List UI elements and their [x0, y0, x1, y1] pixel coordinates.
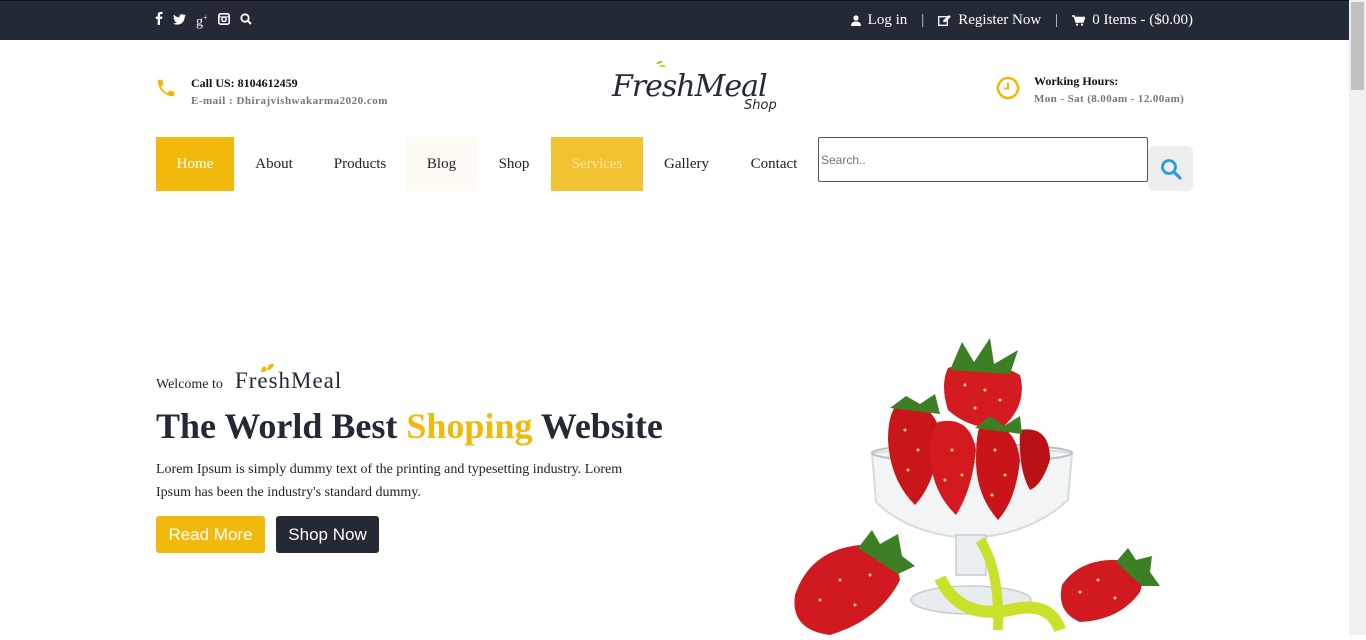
nav-item-blog[interactable]: Blog	[406, 137, 477, 191]
search-icon	[1160, 158, 1182, 180]
nav-item-shop[interactable]: Shop	[477, 137, 551, 191]
search-input[interactable]	[818, 137, 1148, 182]
call-us-text: Call US: 8104612459	[191, 76, 298, 90]
hero-headline: The World Best Shoping Website	[156, 405, 663, 447]
clock-icon	[996, 76, 1020, 100]
cart-icon	[1072, 15, 1086, 26]
contact-info: Call US: 8104612459 E-mail : Dhirajvishw…	[155, 76, 388, 107]
nav-item-contact[interactable]: Contact	[730, 137, 818, 191]
hours-value: Mon - Sat (8.00am - 12.00am)	[1034, 93, 1185, 105]
search-icon[interactable]	[239, 12, 252, 30]
hours-title: Working Hours:	[1034, 74, 1119, 88]
separator: |	[921, 12, 925, 28]
welcome-text: Welcome to	[156, 377, 223, 392]
main-nav: Home About Products Blog Shop Services G…	[156, 137, 818, 191]
hero-description: Lorem Ipsum is simply dummy text of the …	[156, 462, 623, 500]
working-hours: Working Hours: Mon - Sat (8.00am - 12.00…	[996, 73, 1184, 105]
login-label: Log in	[867, 12, 908, 28]
top-bar: g+ Log in | Register Now | 0 Items - ($0…	[0, 0, 1349, 40]
page-scrollbar[interactable]	[1349, 0, 1366, 635]
nav-item-about[interactable]: About	[234, 137, 314, 191]
nav-item-services[interactable]: Services	[551, 137, 643, 191]
user-icon	[850, 15, 861, 26]
email-text: E-mail : Dhirajvishwakarma2020.com	[191, 95, 388, 107]
leaf-icon	[260, 363, 274, 372]
instagram-icon[interactable]	[217, 12, 230, 30]
shop-now-button[interactable]: Shop Now	[276, 516, 379, 553]
cart-label: 0 Items - ($0.00)	[1092, 12, 1193, 28]
google-plus-icon[interactable]: g+	[196, 11, 208, 30]
account-links: Log in | Register Now | 0 Items - ($0.00…	[850, 12, 1193, 29]
search-button[interactable]	[1148, 146, 1193, 191]
read-more-button[interactable]: Read More	[156, 516, 265, 553]
register-label: Register Now	[958, 12, 1042, 28]
social-links: g+	[155, 11, 252, 30]
brand-label: FreshMeal	[234, 368, 343, 393]
phone-icon	[157, 79, 175, 97]
cart-link[interactable]: 0 Items - ($0.00)	[1072, 12, 1193, 29]
headline-part-1: The World Best	[156, 406, 407, 446]
nav-item-gallery[interactable]: Gallery	[643, 137, 730, 191]
scrollbar-thumb[interactable]	[1351, 2, 1364, 90]
nav-item-products[interactable]: Products	[314, 137, 406, 191]
site-logo[interactable]: FreshMeal Shop	[610, 58, 785, 118]
facebook-icon[interactable]	[155, 11, 163, 30]
separator: |	[1055, 12, 1059, 28]
hero-image	[780, 330, 1170, 635]
register-link[interactable]: Register Now	[938, 12, 1041, 29]
welcome-line: Welcome to FreshMeal	[156, 363, 343, 394]
edit-icon	[938, 15, 952, 26]
nav-item-home[interactable]: Home	[156, 137, 234, 191]
headline-highlight: Shoping	[406, 406, 533, 446]
logo-sub-text: Shop	[744, 98, 777, 113]
twitter-icon[interactable]	[173, 12, 186, 30]
headline-part-2: Website	[532, 406, 663, 446]
brand-text: FreshMeal	[234, 363, 343, 394]
login-link[interactable]: Log in	[850, 12, 908, 29]
